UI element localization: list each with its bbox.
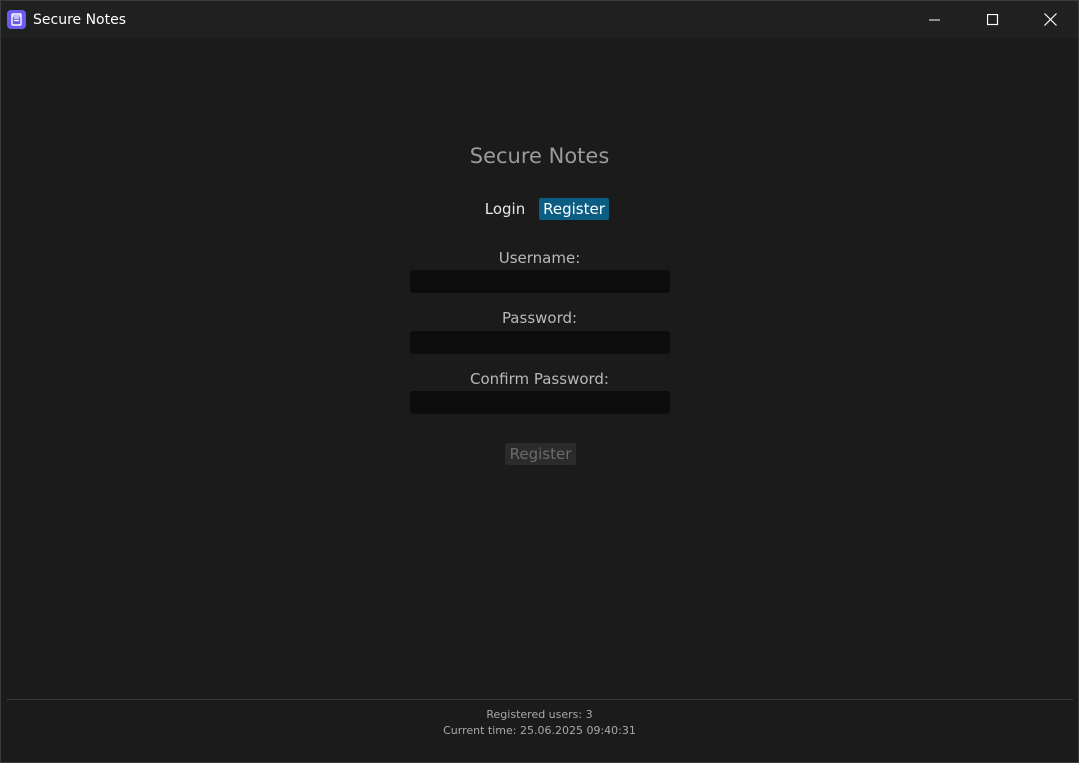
window-title: Secure Notes [33, 12, 127, 28]
footer-divider [7, 699, 1073, 700]
minimize-icon [929, 19, 940, 20]
close-icon [1043, 13, 1057, 26]
current-time: Current time: 25.06.2025 09:40:31 [443, 724, 636, 737]
password-field[interactable] [410, 331, 670, 354]
username-label: Username: [498, 249, 581, 267]
page-title: Secure Notes [469, 144, 610, 168]
app-window: Secure Notes Secure Notes Login Register… [0, 0, 1079, 763]
confirm-password-label: Confirm Password: [469, 370, 609, 388]
username-field[interactable] [410, 270, 670, 293]
tab-register[interactable]: Register [539, 198, 609, 220]
registered-users-count: Registered users: 3 [486, 708, 593, 721]
confirm-password-field[interactable] [410, 391, 670, 414]
notes-app-icon [7, 10, 26, 29]
minimize-button[interactable] [906, 1, 964, 38]
register-button[interactable]: Register [505, 443, 576, 465]
maximize-button[interactable] [964, 1, 1022, 38]
maximize-icon [987, 13, 999, 25]
close-button[interactable] [1021, 1, 1079, 38]
title-bar[interactable]: Secure Notes [1, 1, 1078, 38]
tab-login[interactable]: Login [479, 198, 531, 220]
password-label: Password: [501, 309, 578, 327]
